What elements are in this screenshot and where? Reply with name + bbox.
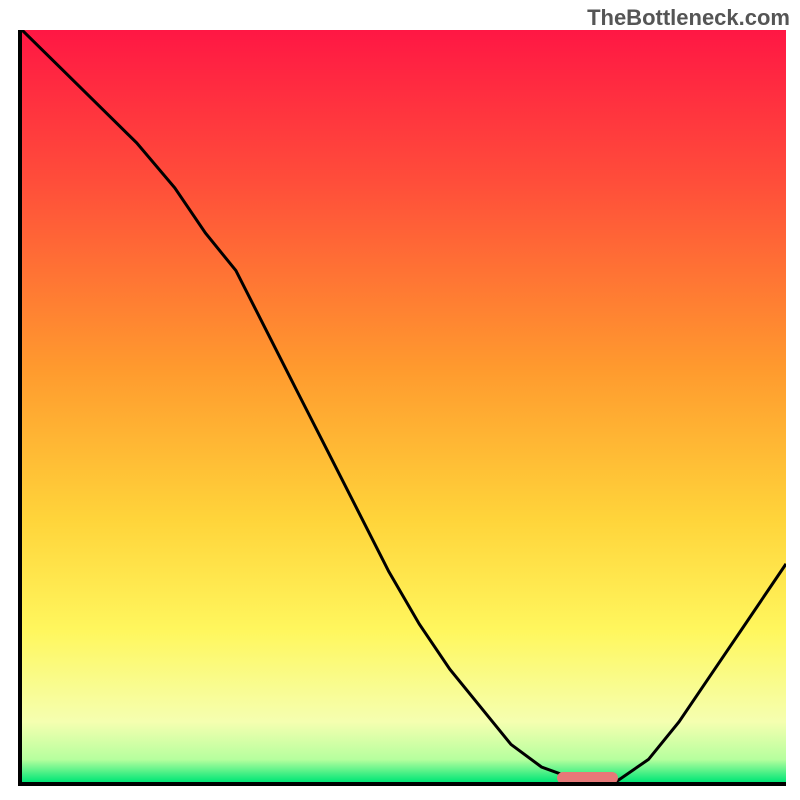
chart-container: TheBottleneck.com	[0, 0, 800, 800]
watermark-text: TheBottleneck.com	[587, 5, 790, 31]
optimal-marker	[557, 772, 618, 784]
bottleneck-curve	[22, 30, 786, 782]
plot-area	[18, 30, 786, 786]
